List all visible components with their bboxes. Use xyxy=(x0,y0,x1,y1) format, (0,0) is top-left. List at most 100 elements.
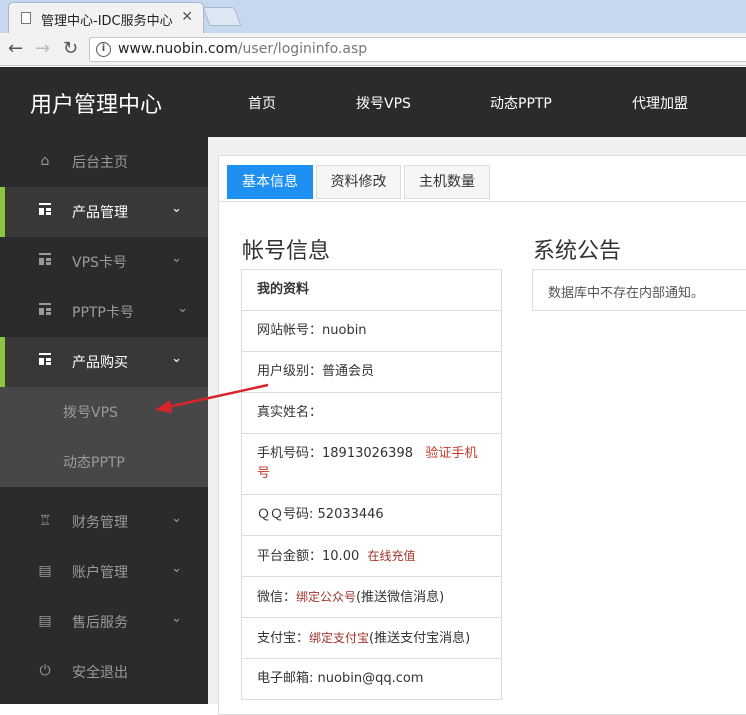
sidebar-item-label: 售后服务 xyxy=(72,615,128,631)
chevron-down-icon: ⌄ xyxy=(171,561,182,576)
row-label: 支付宝： xyxy=(257,631,310,646)
new-tab-button[interactable] xyxy=(202,7,242,26)
sidebar-item-label: 财务管理 xyxy=(72,515,128,531)
page-icon xyxy=(21,12,31,24)
grid-icon xyxy=(37,353,53,369)
sidebar-item-vps-card[interactable]: VPS卡号 ⌄ xyxy=(0,237,208,287)
nav-home[interactable]: 首页 xyxy=(248,93,276,113)
sidebar-item-product-purchase[interactable]: 产品购买 ⌄ xyxy=(0,337,208,387)
sidebar-subitem-dynamic-pptp[interactable]: 动态PPTP xyxy=(0,437,208,487)
notice-box: 数据库中不存在内部通知。 xyxy=(532,269,746,311)
money-bag-icon: ♖ xyxy=(38,513,52,529)
sidebar-subitem-dial-vps[interactable]: 拨号VPS xyxy=(0,387,208,437)
sidebar-item-label: 安全退出 xyxy=(72,665,128,681)
url-path: /user/logininfo.asp xyxy=(237,41,368,57)
row-email: 电子邮箱: nuobin@qq.com xyxy=(241,659,502,700)
chevron-down-icon: ⌄ xyxy=(171,251,182,266)
row-note: (推送支付宝消息) xyxy=(369,631,471,646)
chevron-down-icon: ⌄ xyxy=(177,301,188,316)
grid-icon xyxy=(37,203,53,219)
browser-tab[interactable]: 管理中心-IDC服务中心 ✕ xyxy=(8,2,204,33)
row-label: 真实姓名： xyxy=(257,405,323,420)
sidebar-item-after-sales[interactable]: ▤ 售后服务 ⌄ xyxy=(0,597,208,647)
power-icon: ⏻ xyxy=(39,663,51,679)
top-navbar: 用户管理中心 首页 拨号VPS 动态PPTP 代理加盟 xyxy=(0,67,746,137)
tab-edit-profile[interactable]: 资料修改 xyxy=(316,165,401,199)
row-label: 平台金额： xyxy=(257,549,323,564)
row-label: 网站帐号： xyxy=(257,323,323,338)
sidebar-subitem-label: 拨号VPS xyxy=(63,405,118,421)
sidebar-item-home[interactable]: ⌂ 后台主页 xyxy=(0,137,208,187)
row-wechat: 微信：绑定公众号(推送微信消息) xyxy=(241,577,502,618)
bind-alipay-link[interactable]: 绑定支付宝 xyxy=(309,631,369,645)
sidebar-item-label: PPTP卡号 xyxy=(72,305,134,321)
row-phone: 手机号码：18913026398 验证手机号 xyxy=(241,434,502,495)
nav-dynamic-pptp[interactable]: 动态PPTP xyxy=(490,93,552,113)
info-icon[interactable]: i xyxy=(96,42,111,57)
sidebar-item-logout[interactable]: ⏻ 安全退出 xyxy=(0,647,208,697)
tab-host-count[interactable]: 主机数量 xyxy=(404,165,490,199)
account-info-title: 帐号信息 xyxy=(242,239,331,264)
row-label: 电子邮箱: xyxy=(257,671,314,686)
profile-table: 我的资料 网站帐号：nuobin 用户级别：普通会员 真实姓名： 手机号码：18… xyxy=(241,269,502,700)
sidebar-item-account[interactable]: ▤ 账户管理 ⌄ xyxy=(0,547,208,597)
id-card-icon: ▤ xyxy=(38,563,52,579)
close-tab-icon[interactable]: ✕ xyxy=(181,9,193,25)
sidebar-item-pptp-card[interactable]: PPTP卡号 ⌄ xyxy=(0,287,208,337)
sidebar-item-finance[interactable]: ♖ 财务管理 ⌄ xyxy=(0,497,208,547)
sidebar-subitem-label: 动态PPTP xyxy=(63,455,125,471)
sidebar-item-label: 产品购买 xyxy=(72,355,128,371)
id-card-icon: ▤ xyxy=(38,613,52,629)
row-value: nuobin xyxy=(322,323,367,338)
chevron-down-icon: ⌄ xyxy=(171,201,182,216)
row-value: 18913026398 xyxy=(322,446,413,461)
tab-strip: 基本信息 资料修改 主机数量 xyxy=(219,156,746,202)
tab-title: 管理中心-IDC服务中心 xyxy=(41,14,173,29)
row-value: 52033446 xyxy=(317,507,384,522)
sidebar-item-label: VPS卡号 xyxy=(72,255,127,271)
row-label: ＱＱ号码: xyxy=(257,507,314,522)
row-label: 手机号码： xyxy=(257,446,323,461)
bind-wechat-link[interactable]: 绑定公众号 xyxy=(296,590,356,604)
reload-icon[interactable]: ↻ xyxy=(63,39,78,59)
row-balance: 平台金额：10.00 在线充值 xyxy=(241,536,502,577)
row-label: 微信： xyxy=(257,590,297,605)
sidebar-item-label: 后台主页 xyxy=(72,155,128,171)
forward-arrow-icon[interactable]: → xyxy=(35,39,50,59)
browser-tab-bar: 管理中心-IDC服务中心 ✕ xyxy=(0,0,746,33)
content-panel: 基本信息 资料修改 主机数量 帐号信息 系统公告 我的资料 网站帐号：nuobi… xyxy=(218,155,746,715)
address-bar: ← → ↻ i www.nuobin.com/user/logininfo.as… xyxy=(0,33,746,66)
row-note: (推送微信消息) xyxy=(356,590,445,605)
url-text: www.nuobin.com/user/logininfo.asp xyxy=(118,41,367,57)
chevron-down-icon: ⌄ xyxy=(171,351,182,366)
main-content: 基本信息 资料修改 主机数量 帐号信息 系统公告 我的资料 网站帐号：nuobi… xyxy=(208,137,746,715)
grid-icon xyxy=(37,253,53,269)
chevron-down-icon: ⌄ xyxy=(171,511,182,526)
row-alipay: 支付宝：绑定支付宝(推送支付宝消息) xyxy=(241,618,502,659)
sidebar-item-label: 账户管理 xyxy=(72,565,128,581)
grid-icon xyxy=(37,303,53,319)
sidebar-item-product-management[interactable]: 产品管理 ⌄ xyxy=(0,187,208,237)
sidebar-item-label: 产品管理 xyxy=(72,205,128,221)
row-value: 普通会员 xyxy=(322,364,375,379)
tab-basic-info[interactable]: 基本信息 xyxy=(227,165,313,199)
row-account: 网站帐号：nuobin xyxy=(241,311,502,352)
system-notice-title: 系统公告 xyxy=(533,239,622,264)
row-realname: 真实姓名： xyxy=(241,393,502,434)
row-value: nuobin@qq.com xyxy=(317,671,424,686)
back-arrow-icon[interactable]: ← xyxy=(8,39,23,59)
row-qq: ＱＱ号码: 52033446 xyxy=(241,495,502,536)
sidebar: ⌂ 后台主页 产品管理 ⌄ VPS卡号 ⌄ PPTP卡号 ⌄ 产品购买 ⌄ 拨号… xyxy=(0,137,208,704)
nav-dial-vps[interactable]: 拨号VPS xyxy=(356,93,411,113)
row-level: 用户级别：普通会员 xyxy=(241,352,502,393)
url-field[interactable]: i www.nuobin.com/user/logininfo.asp xyxy=(89,37,746,62)
recharge-link[interactable]: 在线充值 xyxy=(368,549,416,563)
nav-agent[interactable]: 代理加盟 xyxy=(632,93,688,113)
row-value: 10.00 xyxy=(322,549,360,564)
home-icon: ⌂ xyxy=(40,153,50,169)
profile-header: 我的资料 xyxy=(241,270,502,311)
url-host: www.nuobin.com xyxy=(118,41,238,57)
row-label: 用户级别： xyxy=(257,364,323,379)
chevron-down-icon: ⌄ xyxy=(171,611,182,626)
brand-title: 用户管理中心 xyxy=(30,93,163,118)
